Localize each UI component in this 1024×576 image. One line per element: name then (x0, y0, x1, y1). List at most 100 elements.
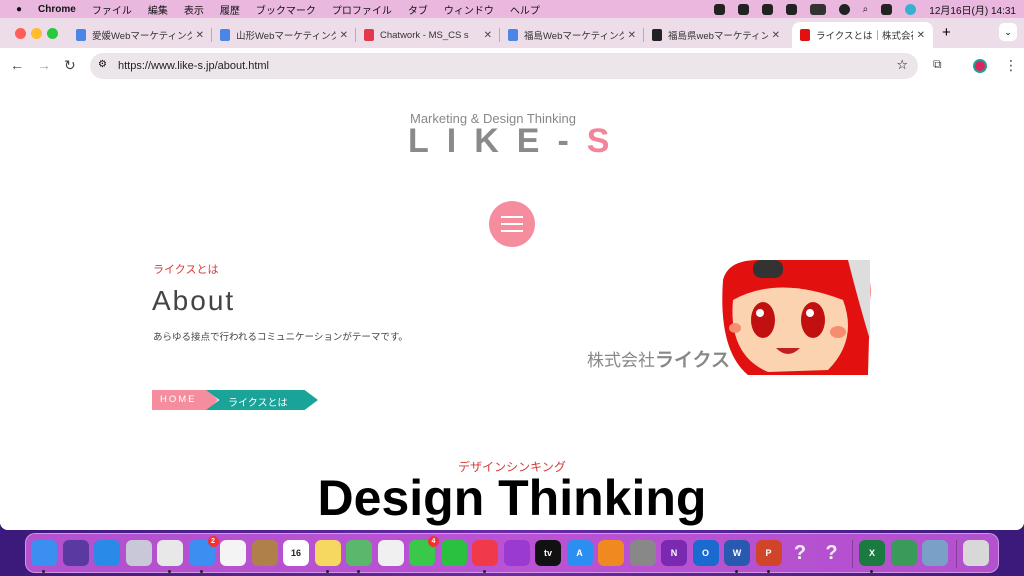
menu-item[interactable]: 表示 (184, 2, 204, 17)
location-icon[interactable] (737, 3, 749, 15)
page-description: あらゆる接点で行われるコミュニケーションがテーマです。 (153, 332, 408, 343)
tab[interactable]: ライクスとは｜株式会社 ✕ (792, 22, 933, 48)
menu-item[interactable]: プロファイル (332, 2, 392, 17)
tab-separator (355, 28, 356, 42)
close-window-button[interactable] (15, 28, 26, 39)
drive-icon[interactable] (761, 3, 773, 15)
site-logo[interactable]: LIKE-S (408, 122, 627, 161)
dock-icon-label: O (701, 548, 709, 558)
browser-window: 愛媛Webマーケティング ✕ 山形Webマーケティング ✕ Chatwork - MS_… (0, 18, 1024, 530)
unknown-app-icon[interactable]: ? (787, 540, 813, 566)
outlook-icon[interactable]: O (692, 540, 719, 566)
close-tab-icon[interactable]: ✕ (772, 30, 780, 41)
menu-item[interactable]: ウィンドウ (444, 2, 494, 17)
minimize-window-button[interactable] (31, 28, 42, 39)
dock-icon-label: A (576, 548, 583, 558)
tab-search-chevron-icon[interactable]: ⌄ (999, 23, 1017, 41)
maps-icon[interactable] (346, 540, 372, 566)
music-icon[interactable] (472, 540, 498, 566)
books-icon[interactable] (598, 540, 624, 566)
input-method-icon[interactable] (785, 3, 797, 15)
close-tab-icon[interactable]: ✕ (196, 30, 204, 41)
url-text[interactable]: https://www.like-s.jp/about.html (118, 60, 269, 72)
trash-icon[interactable] (962, 540, 989, 566)
dock-icon-label: 16 (290, 548, 301, 558)
creative-cloud-icon[interactable] (713, 3, 725, 15)
site-info-icon[interactable]: ⚙ (98, 59, 107, 70)
facetime-icon[interactable] (440, 540, 467, 566)
photos-icon[interactable] (377, 540, 404, 566)
close-tab-icon[interactable]: ✕ (340, 30, 348, 41)
finder-icon[interactable] (31, 540, 57, 566)
menu-item[interactable]: 編集 (148, 2, 168, 17)
running-indicator (168, 570, 171, 573)
chrome-icon[interactable] (157, 540, 183, 566)
menu-item[interactable]: ファイル (92, 2, 132, 17)
dock-icon-label: X (868, 548, 875, 558)
messages-icon[interactable]: 4 (409, 536, 439, 566)
running-indicator (483, 570, 486, 573)
menu-app-name[interactable]: Chrome (38, 4, 76, 15)
podcasts-icon[interactable] (503, 540, 530, 566)
tab[interactable]: Chatwork - MS_CS s ✕ (356, 22, 500, 48)
close-tab-icon[interactable]: ✕ (484, 30, 492, 41)
app-store-icon[interactable]: A (566, 540, 593, 566)
hamburger-menu-button[interactable] (489, 201, 535, 247)
menu-item[interactable]: ブックマーク (256, 2, 316, 17)
tab-title: 山形Webマーケティング (236, 31, 336, 42)
tab[interactable]: 福島県webマーケティング ✕ (644, 22, 788, 48)
unknown-app-icon[interactable]: ? (819, 540, 845, 566)
control-center-icon[interactable] (881, 3, 893, 15)
mail-icon[interactable]: 2 (188, 536, 219, 566)
breadcrumb: HOME ライクスとは (152, 390, 318, 410)
powerpoint-icon[interactable]: P (755, 540, 782, 566)
contacts-icon[interactable] (251, 540, 278, 566)
user-icon[interactable] (838, 3, 850, 15)
tab[interactable]: 福島Webマーケティング ✕ (500, 22, 644, 48)
toolbar: ← → ↻ ⚙ https://www.like-s.jp/about.html… (0, 48, 1024, 84)
tv-icon[interactable]: tv (535, 540, 561, 566)
reminders-icon[interactable] (220, 540, 246, 566)
excel-icon[interactable]: X (859, 540, 885, 566)
system-settings-icon[interactable] (629, 540, 656, 566)
tab[interactable]: 愛媛Webマーケティング ✕ (68, 22, 212, 48)
safari-icon[interactable] (94, 540, 120, 566)
breadcrumb-home[interactable]: HOME (152, 390, 218, 410)
tab-separator (499, 28, 500, 42)
running-indicator (357, 570, 360, 573)
more-menu-icon[interactable]: ⋮ (1004, 57, 1018, 74)
onenote-icon[interactable]: N (661, 540, 687, 566)
siri-icon[interactable] (905, 3, 917, 15)
new-tab-button[interactable]: + (942, 24, 951, 41)
menu-item[interactable]: タブ (408, 2, 428, 17)
reload-button[interactable]: ↻ (64, 57, 76, 74)
dock-separator (852, 540, 853, 568)
close-tab-icon[interactable]: ✕ (628, 30, 636, 41)
dock: 2 16 4 tv A N O W P?? X (25, 533, 999, 573)
maximize-window-button[interactable] (47, 28, 58, 39)
bookmark-star-icon[interactable]: ☆ (896, 57, 908, 73)
siri-icon[interactable] (62, 540, 89, 566)
search-icon[interactable]: ⌕ (863, 4, 869, 15)
menu-item[interactable]: 履歴 (220, 2, 240, 17)
menu-item[interactable]: ヘルプ (510, 2, 540, 17)
back-button[interactable]: ← (10, 57, 24, 73)
close-tab-icon[interactable]: ✕ (917, 30, 925, 41)
battery-icon[interactable] (809, 3, 826, 15)
google-docs-icon (220, 29, 230, 41)
tab[interactable]: 山形Webマーケティング ✕ (212, 22, 356, 48)
tab-separator (211, 28, 212, 42)
extensions-icon[interactable]: ⧉ (933, 57, 942, 72)
notes-icon[interactable] (314, 540, 341, 566)
apple-menu-icon[interactable]: ● (16, 4, 22, 15)
forward-button[interactable]: → (37, 57, 51, 73)
clock[interactable]: 12月16日(月) 14:31 (929, 2, 1016, 17)
address-bar[interactable]: ⚙ https://www.like-s.jp/about.html ☆ (90, 53, 918, 79)
word-icon[interactable]: W (724, 540, 750, 566)
google-docs-icon (508, 29, 518, 41)
preview-icon[interactable] (922, 540, 948, 566)
launchpad-icon[interactable] (125, 540, 152, 566)
profile-avatar[interactable] (973, 59, 987, 73)
app-icon[interactable] (890, 540, 917, 566)
calendar-icon[interactable]: 16 (283, 540, 309, 566)
